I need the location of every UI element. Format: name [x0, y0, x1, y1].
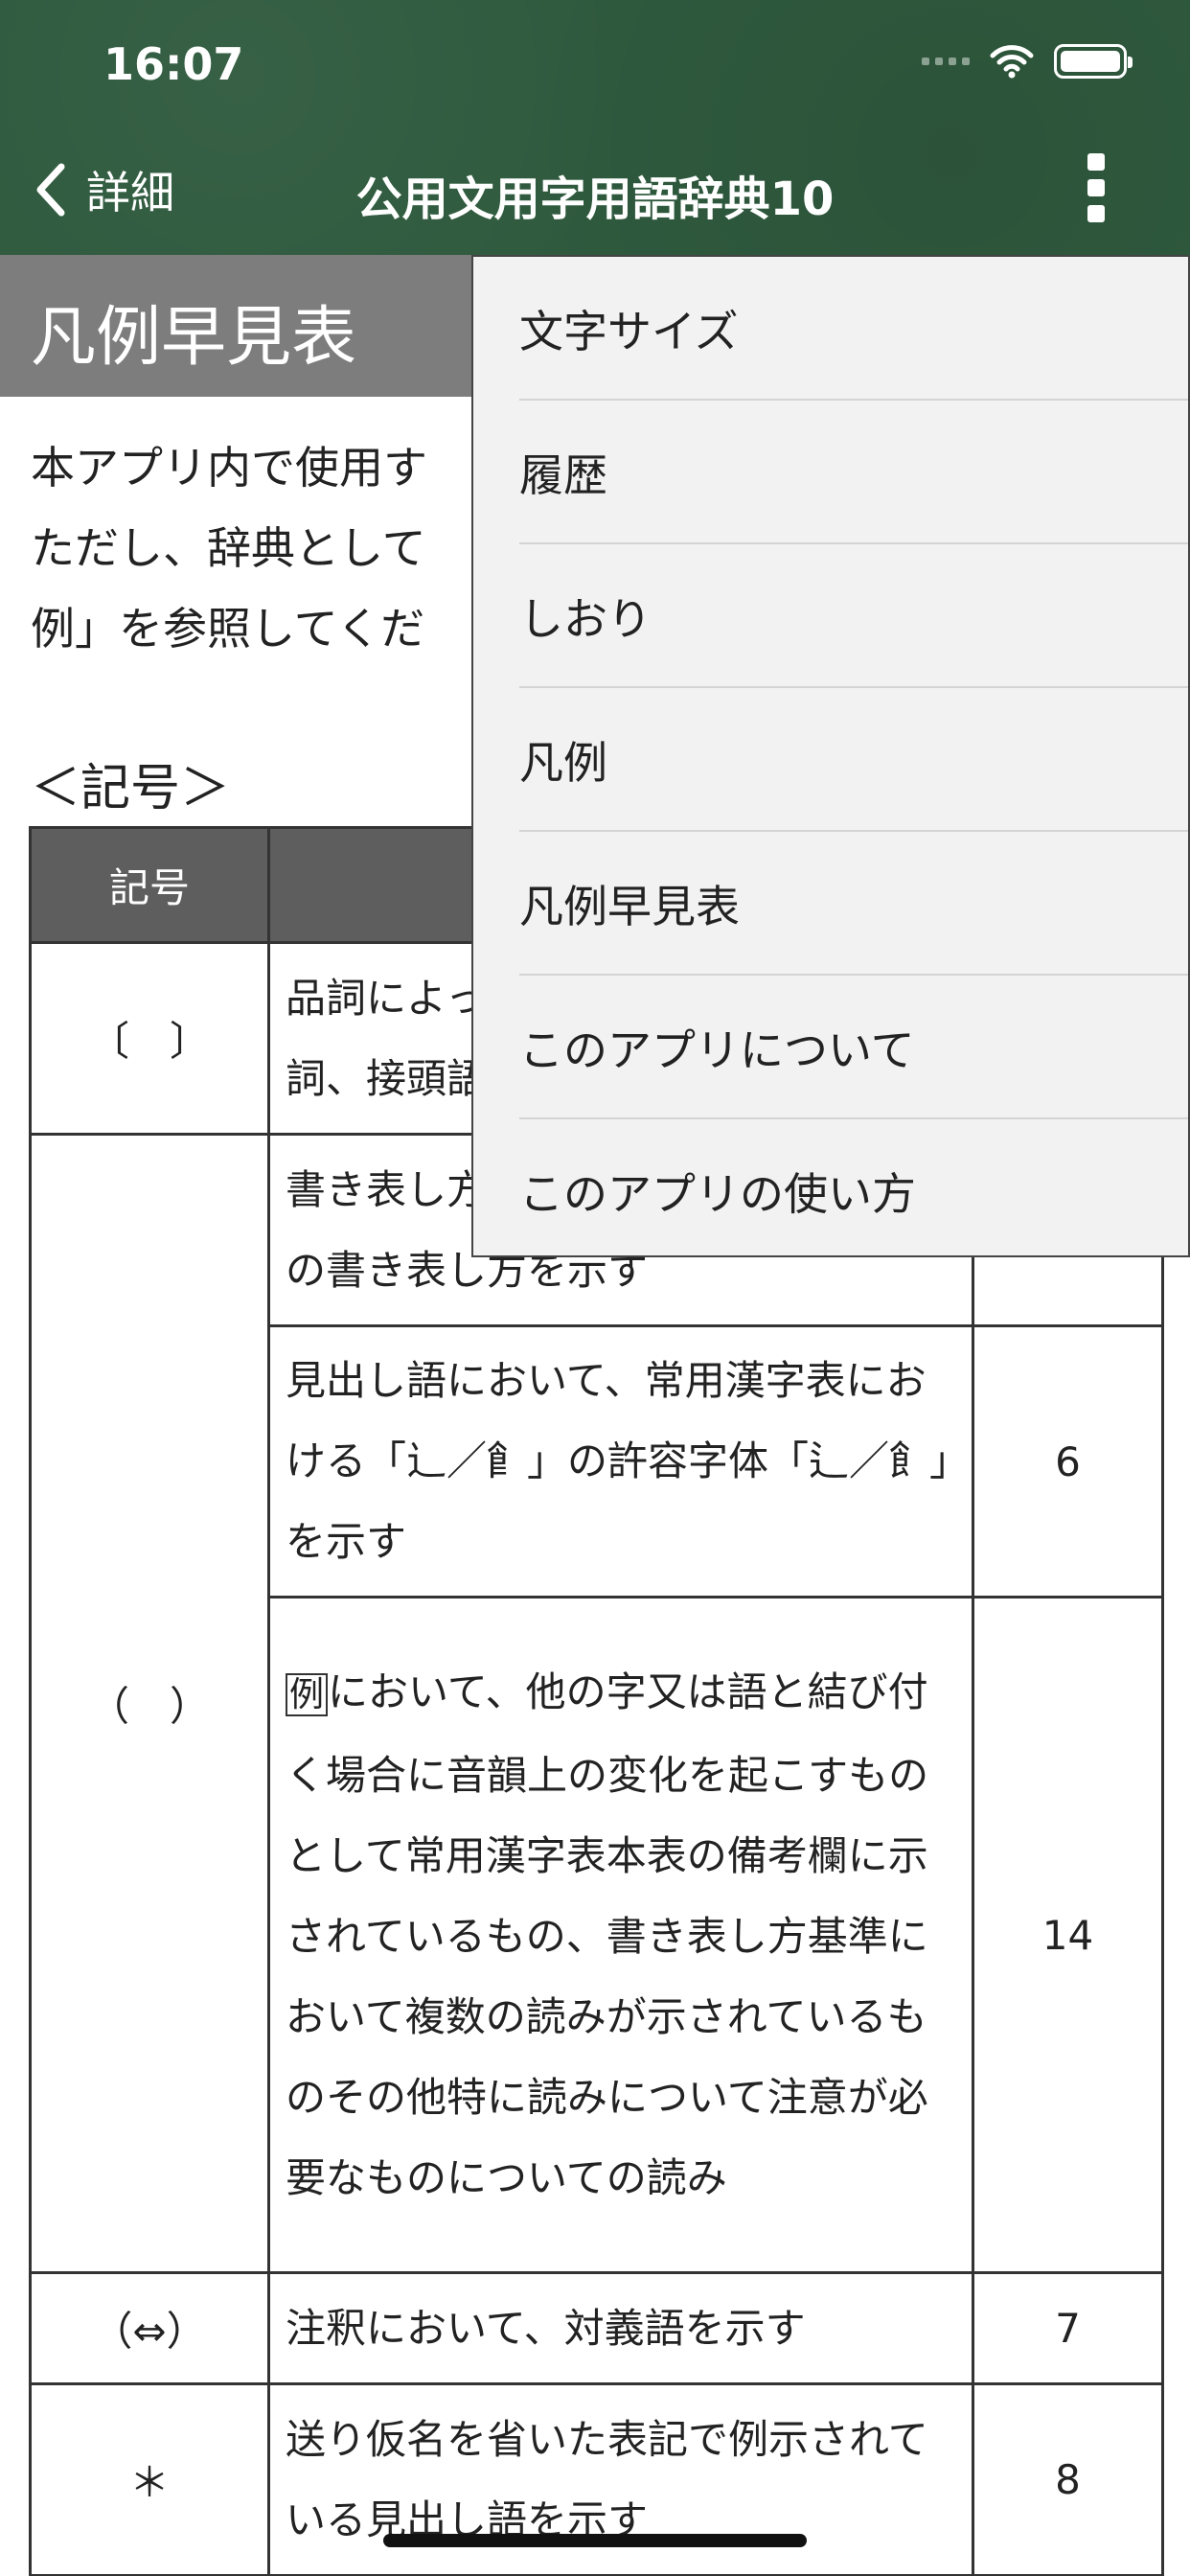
navigation-header: 16:07 詳細 公用文用字用語辞典10	[0, 0, 1190, 255]
example-marker: 例	[286, 1672, 329, 1716]
section-title: 凡例早見表	[31, 300, 357, 376]
wifi-icon	[990, 45, 1034, 79]
symbol-cell: （ ）	[29, 1133, 270, 2274]
description-cell: 例において、他の字又は語と結び付く場合に音韻上の変化を起こすものとして常用漢字表…	[267, 1596, 974, 2274]
battery-icon	[1054, 44, 1133, 79]
page-cell: 7	[972, 2271, 1164, 2385]
page-title: 公用文用字用語辞典10	[355, 172, 835, 226]
signal-icon	[922, 58, 970, 65]
menu-item-how-to-use[interactable]: このアプリの使い方	[473, 1119, 1188, 1263]
menu-item-legend-quick-reference[interactable]: 凡例早見表	[473, 832, 1188, 976]
table-row: （⇔） 注釈において、対義語を示す 7	[29, 2271, 1164, 2385]
menu-item-history[interactable]: 履歴	[473, 401, 1188, 544]
page-cell: 14	[972, 1596, 1164, 2274]
description-text: において、他の字又は語と結び付く場合に音韻上の変化を起こすものとして常用漢字表本…	[286, 1668, 929, 2201]
page-cell: 6	[972, 1324, 1164, 1598]
column-header-symbol: 記号	[29, 826, 270, 944]
menu-item-legend[interactable]: 凡例	[473, 688, 1188, 832]
description-cell: 見出し語において、常用漢字表における「⻌／𩙿」の許容字体「⻍／飠」を示す	[267, 1324, 974, 1598]
description-cell: 注釈において、対義語を示す	[267, 2271, 974, 2385]
symbol-cell: 〔 〕	[29, 941, 270, 1136]
symbol-cell: （⇔）	[29, 2271, 270, 2385]
symbols-heading: ＜記号＞	[31, 760, 231, 817]
more-menu-icon[interactable]	[1085, 153, 1108, 222]
page-cell: 8	[972, 2382, 1164, 2576]
menu-item-about[interactable]: このアプリについて	[473, 976, 1188, 1119]
options-menu: 文字サイズ 履歴 しおり 凡例 凡例早見表 このアプリについて このアプリの使い…	[471, 255, 1190, 1257]
menu-item-font-size[interactable]: 文字サイズ	[473, 257, 1188, 401]
menu-item-bookmarks[interactable]: しおり	[473, 544, 1188, 688]
status-time: 16:07	[103, 38, 244, 90]
home-indicator[interactable]	[383, 2534, 807, 2547]
symbol-cell: ＊	[29, 2382, 270, 2576]
status-icons	[922, 44, 1133, 79]
